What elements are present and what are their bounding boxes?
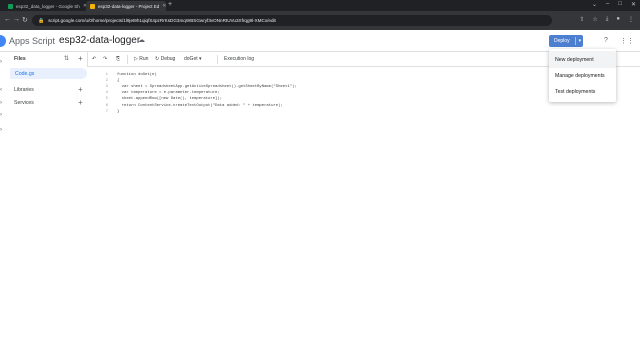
app-header: Apps Script esp32-data-logger ☁ Deploy ▾… [0,30,640,52]
code-area[interactable]: 1 function doGet(e) 2 { 3 var sheet = Sp… [95,72,297,170]
bookmark-star-icon[interactable]: ☆ [592,16,597,23]
add-library-icon[interactable]: + [78,85,83,94]
browser-tab-sheets[interactable]: esp32_data_logger - Google Sh ✕ [4,1,86,11]
overview-icon[interactable]: › [0,59,2,65]
run-button[interactable]: ▷ Run [134,56,148,62]
address-bar[interactable]: 🔒 script.google.com/u/0/home/projects/1l… [32,15,552,26]
browser-tab-strip: esp32_data_logger - Google Sh ✕ esp32-da… [0,0,640,11]
share-icon[interactable]: ⇧ [579,16,584,23]
forward-icon[interactable]: → [13,16,20,23]
deploy-label: Deploy [554,38,570,44]
undo-icon[interactable]: ↶ [92,56,96,62]
files-sidebar: Files ⇅ + Code.gs Libraries + Services + [5,52,88,360]
tab-search-icon[interactable]: ⌄ [592,1,597,8]
code-line: } [117,109,120,114]
files-heading: Files [14,56,26,62]
window-controls: ⌄ – □ ✕ [592,1,636,8]
execution-log-button[interactable]: Execution log [224,56,254,62]
tab-title: esp32-data-logger - Project Ed [98,3,160,9]
services-heading: Services [14,100,34,106]
code-line: return ContentService.createTextOutput("… [117,103,283,108]
back-icon[interactable]: ← [4,16,11,23]
add-service-icon[interactable]: + [78,98,83,107]
redo-icon[interactable]: ↷ [103,56,107,62]
project-title[interactable]: esp32-data-logger [59,35,140,46]
deploy-divider [574,37,576,45]
toolbar-divider [217,55,218,64]
app-name[interactable]: Apps Script [9,36,55,46]
new-tab-icon[interactable]: + [168,1,172,8]
browser-toolbar: ← → ↻ 🔒 script.google.com/u/0/home/proje… [0,11,640,30]
close-window-icon[interactable]: ✕ [631,1,636,8]
function-name: doGet [184,56,198,62]
settings-icon[interactable]: › [0,127,2,133]
menu-item-manage-deployments[interactable]: Manage deployments [549,67,616,84]
lock-icon: 🔒 [38,17,45,24]
apps-script-favicon-icon [90,3,95,9]
triggers-icon[interactable]: › [0,100,2,106]
browser-actions: ⇧ ☆ ⤓ ● ⋮ [579,16,634,23]
libraries-heading: Libraries [14,87,34,93]
debug-button[interactable]: ↻ Debug [155,56,175,62]
editor-icon[interactable]: ‹ [0,87,2,93]
minimize-icon[interactable]: – [606,1,609,8]
download-icon[interactable]: ⤓ [606,16,609,23]
tab-title: esp32_data_logger - Google Sh [16,3,80,9]
deploy-menu: New deployment Manage deployments Test d… [549,49,616,102]
code-line: function doGet(e) [117,73,157,77]
toolbar-divider [127,55,128,64]
save-icon[interactable]: ⎘ [116,56,120,62]
line-number: 7 [105,109,108,114]
function-select[interactable]: doGet ▾ [184,56,202,62]
maximize-icon[interactable]: □ [618,1,622,8]
profile-icon[interactable]: ● [616,16,620,23]
url-text: script.google.com/u/0/home/projects/1l9j… [48,18,276,23]
help-icon[interactable]: ? [604,37,608,44]
file-name: Code.gs [15,71,35,77]
sheets-favicon-icon [8,3,13,9]
cloud-saved-icon: ☁ [138,37,145,44]
apps-script-logo-icon [0,35,6,47]
more-menu-icon[interactable]: ⋮ [628,16,634,23]
menu-item-new-deployment[interactable]: New deployment [549,51,616,68]
add-file-icon[interactable]: + [78,54,83,63]
sort-az-icon[interactable]: ⇅ [64,55,69,62]
code-editor[interactable]: 1 function doGet(e) 2 { 3 var sheet = Sp… [87,67,640,360]
close-tab-icon[interactable]: ✕ [159,3,166,9]
run-label: Run [139,56,149,62]
reload-icon[interactable]: ↻ [22,16,28,24]
executions-icon[interactable]: › [0,112,2,118]
deploy-button[interactable]: Deploy ▾ [549,35,583,47]
browser-tab-apps-script[interactable]: esp32-data-logger - Project Ed ✕ [86,1,166,11]
file-item-code-gs[interactable]: Code.gs [10,68,87,79]
menu-item-test-deployments[interactable]: Test deployments [549,83,616,100]
chevron-down-icon: ▾ [578,38,582,44]
apps-grid-icon[interactable]: ⋮⋮ [620,37,634,45]
debug-label: Debug [160,56,176,62]
